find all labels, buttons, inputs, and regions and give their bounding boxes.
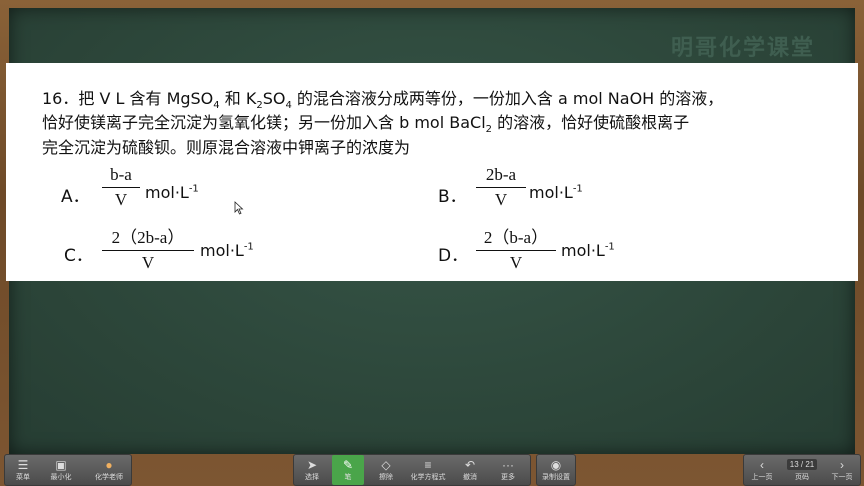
option-c-unit: mol·L-1 [200, 241, 254, 260]
eraser-label: 擦除 [379, 473, 393, 481]
teacher-label: 化学老师 [95, 473, 123, 481]
watermark-text: 明哥化学课堂 [670, 36, 815, 61]
drawing-tool-group: ➤ 选择 ✎ 笔 ◇ 擦除 ≡ 化学方程式 ↶ 撤消 ··· 更多 [293, 454, 531, 486]
prev-label: 上一页 [751, 473, 773, 481]
undo-icon: ↶ [464, 458, 476, 472]
eraser-tool-button[interactable]: ◇ 擦除 [370, 455, 402, 485]
select-label: 选择 [305, 473, 319, 481]
option-c-letter: C． [64, 246, 93, 266]
undo-label: 撤消 [463, 473, 477, 481]
avatar-icon: ● [105, 458, 113, 472]
mouse-cursor-icon [234, 201, 244, 215]
chevron-right-icon: › [840, 458, 844, 472]
minimize-label: 最小化 [50, 473, 72, 481]
minimize-icon: ▣ [55, 458, 67, 472]
option-b-unit: mol·L-1 [529, 183, 583, 202]
option-a-letter: A． [61, 187, 90, 207]
option-b-letter: B． [438, 187, 467, 207]
option-c-fraction: 2（2b-a） V [102, 223, 194, 273]
option-b-fraction: 2b-a V [476, 165, 526, 210]
eraser-icon: ◇ [381, 458, 391, 472]
pen-tool-button[interactable]: ✎ 笔 [332, 455, 364, 485]
chevron-left-icon: ‹ [760, 458, 764, 472]
minimize-button[interactable]: ▣ 最小化 [45, 455, 77, 485]
next-label: 下一页 [831, 473, 853, 481]
option-d-fraction: 2（b-a） V [476, 223, 556, 273]
undo-button[interactable]: ↶ 撤消 [454, 455, 486, 485]
pen-label: 笔 [344, 473, 352, 481]
chem-equation-button[interactable]: ≡ 化学方程式 [406, 455, 450, 485]
more-button[interactable]: ··· 更多 [492, 455, 524, 485]
page-nav-group: ‹ 上一页 13 / 21 页码 › 下一页 [743, 454, 861, 486]
left-tool-group: ☰ 菜单 ▣ 最小化 ● 化学老师 [4, 454, 132, 486]
chem-equation-icon: ≡ [424, 458, 432, 472]
teacher-button[interactable]: ● 化学老师 [89, 455, 129, 485]
bottom-toolbar: ☰ 菜单 ▣ 最小化 ● 化学老师 ➤ 选择 ✎ 笔 ◇ 擦除 ≡ 化学方程式 [0, 454, 864, 486]
select-tool-button[interactable]: ➤ 选择 [296, 455, 328, 485]
prev-page-button[interactable]: ‹ 上一页 [746, 455, 778, 485]
cursor-icon: ➤ [306, 458, 318, 472]
record-icon: ◉ [550, 458, 562, 472]
question-line-3: 完全沉淀为硫酸钡。则原混合溶液中钾离子的浓度为 [42, 138, 411, 157]
option-a-unit: mol·L-1 [145, 183, 199, 202]
record-label: 录制设置 [542, 473, 570, 481]
page-label: 页码 [795, 474, 809, 481]
hamburger-icon: ☰ [17, 458, 29, 472]
option-d-letter: D． [438, 246, 469, 266]
menu-button[interactable]: ☰ 菜单 [7, 455, 39, 485]
page-number-display[interactable]: 13 / 21 [787, 459, 817, 470]
more-label: 更多 [501, 473, 515, 481]
record-settings-button[interactable]: ◉ 录制设置 [539, 455, 573, 485]
option-a-fraction: b-a V [102, 165, 140, 210]
question-line-2: 恰好使镁离子完全沉淀为氢氧化镁；另一份加入含 b mol BaCl2 的溶液，恰… [42, 113, 690, 136]
menu-label: 菜单 [16, 473, 30, 481]
chem-equation-label: 化学方程式 [410, 473, 446, 481]
ellipsis-icon: ··· [502, 458, 514, 472]
option-d-unit: mol·L-1 [561, 241, 615, 260]
record-tool-group: ◉ 录制设置 [536, 454, 576, 486]
question-card: 16．把 V L 含有 MgSO4 和 K2SO4 的混合溶液分成两等份，一份加… [6, 63, 858, 281]
pen-icon: ✎ [342, 458, 354, 472]
next-page-button[interactable]: › 下一页 [826, 455, 858, 485]
